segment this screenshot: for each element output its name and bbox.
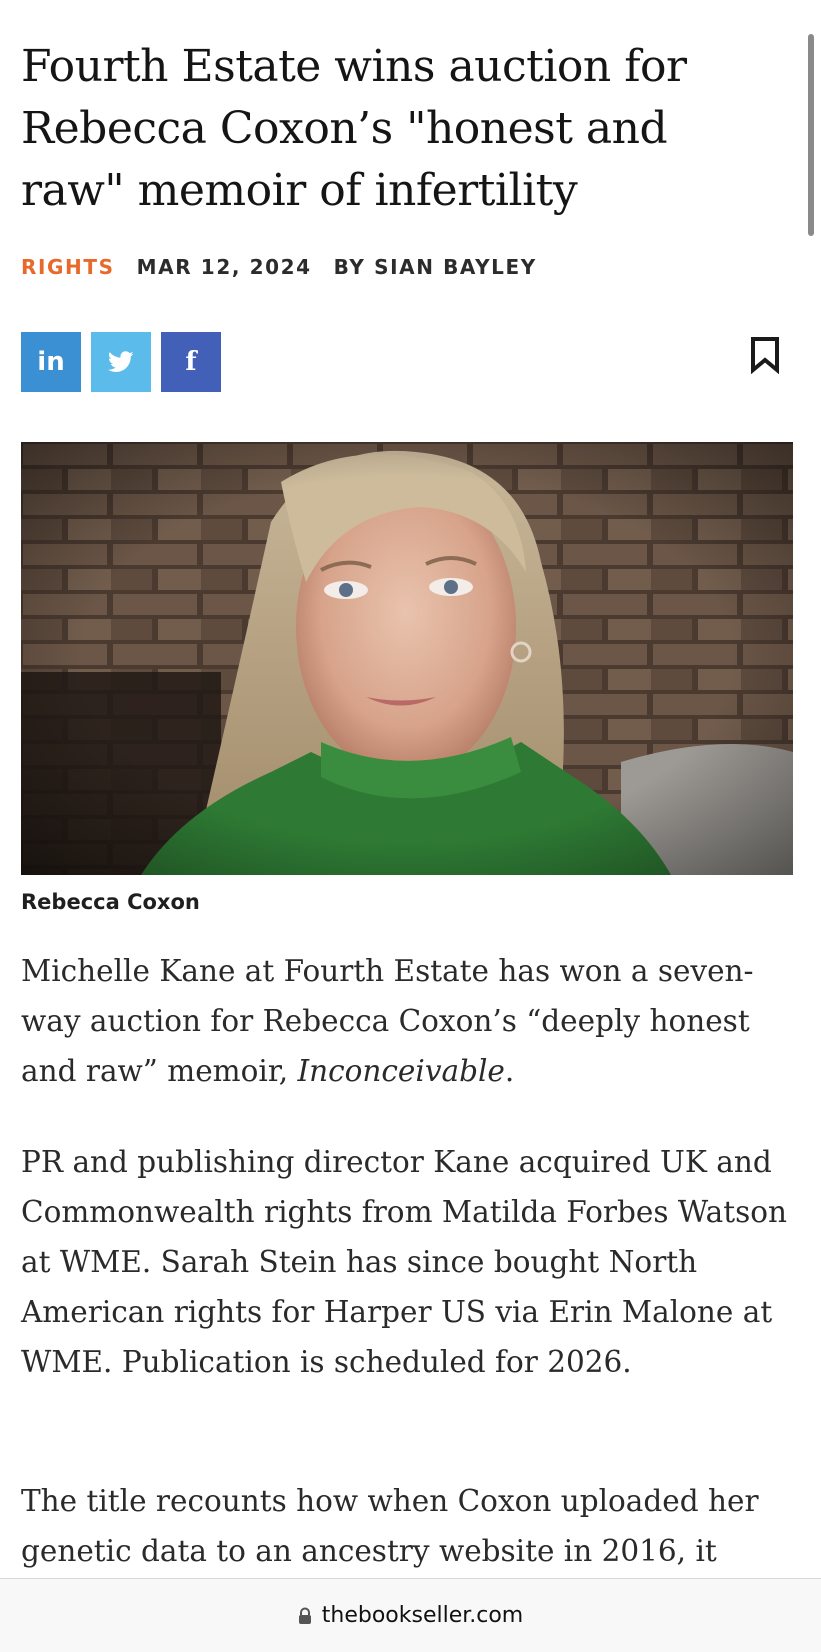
body-paragraph-3: The title recounts how when Coxon upload… bbox=[21, 1484, 759, 1568]
publish-date: MAR 12, 2024 bbox=[136, 255, 312, 279]
lock-icon bbox=[298, 1607, 311, 1624]
linkedin-icon: in bbox=[37, 347, 65, 377]
portrait-image bbox=[21, 442, 793, 875]
scrollbar[interactable] bbox=[808, 34, 814, 236]
article-title: Fourth Estate wins auction for Rebecca C… bbox=[21, 41, 687, 216]
browser-address-bar[interactable]: thebookseller.com bbox=[0, 1578, 821, 1652]
book-title: Inconceivable bbox=[297, 1054, 505, 1088]
twitter-icon bbox=[108, 351, 134, 372]
article-meta: RIGHTS MAR 12, 2024 BY SIAN BAYLEY bbox=[21, 253, 537, 281]
image-caption: Rebecca Coxon bbox=[21, 890, 200, 914]
twitter-share-button[interactable] bbox=[91, 332, 151, 392]
body-paragraph-2: PR and publishing director Kane acquired… bbox=[21, 1145, 787, 1379]
bookmark-button[interactable] bbox=[750, 336, 786, 376]
facebook-icon: f bbox=[185, 347, 197, 377]
bookmark-icon bbox=[751, 337, 779, 375]
paragraph-1-end: . bbox=[504, 1054, 515, 1088]
author-byline[interactable]: BY SIAN BAYLEY bbox=[334, 253, 537, 281]
share-buttons: in f bbox=[21, 332, 221, 392]
category-link[interactable]: RIGHTS bbox=[21, 253, 115, 281]
article-page: Fourth Estate wins auction for Rebecca C… bbox=[0, 0, 821, 1652]
url-text[interactable]: thebookseller.com bbox=[322, 1603, 524, 1628]
linkedin-share-button[interactable]: in bbox=[21, 332, 81, 392]
body-paragraph-1: Michelle Kane at Fourth Estate has won a… bbox=[21, 946, 791, 1096]
author-photo bbox=[21, 442, 793, 875]
facebook-share-button[interactable]: f bbox=[161, 332, 221, 392]
